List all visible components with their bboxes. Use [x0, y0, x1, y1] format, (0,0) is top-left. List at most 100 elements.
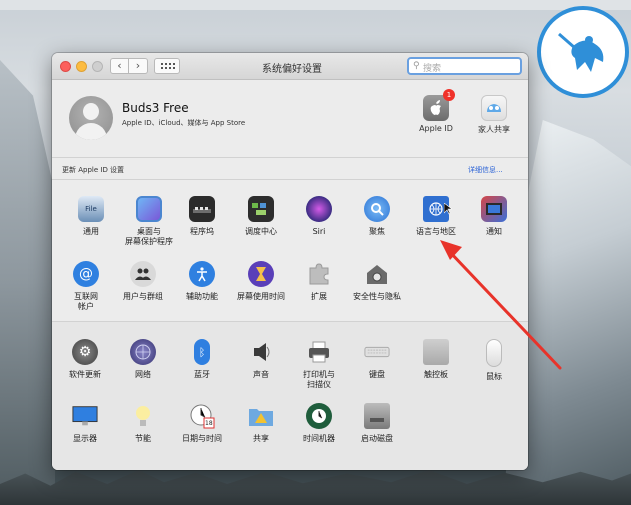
time-machine-icon	[306, 403, 332, 429]
pref-sound[interactable]: 声音	[232, 339, 290, 380]
pref-label: 辅助功能	[186, 292, 218, 301]
pref-label: Siri	[312, 227, 326, 236]
pref-trackpad[interactable]: 触控板	[407, 339, 465, 380]
pref-users-groups[interactable]: 用户与群组	[114, 261, 172, 302]
details-link[interactable]: 详细信息...	[468, 165, 503, 175]
avatar[interactable]	[69, 96, 113, 140]
pref-label: 声音	[253, 370, 269, 379]
pref-bluetooth[interactable]: ᛒ 蓝牙	[173, 339, 231, 380]
pref-label: 蓝牙	[194, 370, 210, 379]
pref-label: 通知	[486, 227, 502, 236]
pref-label: 桌面与 屏幕保护程序	[125, 227, 173, 246]
pref-label: 时间机器	[303, 434, 335, 443]
network-icon	[130, 339, 156, 365]
printers-icon	[306, 339, 332, 365]
apple-id-icon: 1	[423, 89, 455, 121]
pref-startup-disk[interactable]: 启动磁盘	[348, 403, 406, 444]
update-apple-id-notice: 更新 Apple ID 设置	[62, 166, 125, 174]
dock-icon	[189, 196, 215, 222]
pref-label: 打印机与 扫描仪	[303, 370, 335, 389]
desktop-icon	[136, 196, 162, 222]
pref-mouse[interactable]: 鼠标	[465, 339, 523, 382]
pref-siri[interactable]: Siri	[290, 196, 348, 237]
pref-label: 启动磁盘	[361, 434, 393, 443]
mission-control-icon	[248, 196, 274, 222]
pref-label: 通用	[83, 227, 99, 236]
back-button[interactable]: ‹	[110, 58, 129, 74]
bluetooth-icon: ᛒ	[194, 339, 210, 365]
pref-screen-time[interactable]: 屏幕使用时间	[232, 261, 290, 302]
pref-general[interactable]: File 通用	[62, 196, 120, 237]
pref-spotlight[interactable]: 聚焦	[348, 196, 406, 237]
notifications-icon	[481, 196, 507, 222]
keyboard-icon	[364, 339, 390, 365]
pref-dock[interactable]: 程序坞	[173, 196, 231, 237]
zoom-button[interactable]	[92, 61, 103, 72]
pref-label: 程序坞	[190, 227, 214, 236]
apple-id-pref[interactable]: 1 Apple ID	[406, 89, 466, 133]
notification-badge: 1	[443, 89, 455, 101]
pref-mission-control[interactable]: 调度中心	[232, 196, 290, 237]
pref-label: 键盘	[369, 370, 385, 379]
sharing-icon	[248, 403, 274, 429]
screen-time-icon	[248, 261, 274, 287]
pref-notifications[interactable]: 通知	[465, 196, 523, 237]
menu-bar-strip	[0, 0, 631, 10]
pref-label: 调度中心	[245, 227, 277, 236]
window-title: 系统偏好设置	[262, 64, 322, 75]
siri-icon	[306, 196, 332, 222]
pref-label: 互联网 帐户	[74, 292, 98, 311]
internet-accounts-icon: @	[73, 261, 99, 287]
pref-label: 显示器	[73, 434, 97, 443]
account-name: Buds3 Free	[122, 101, 189, 115]
extensions-icon	[306, 261, 332, 287]
pref-label: 屏幕使用时间	[237, 292, 285, 301]
forward-button[interactable]: ›	[129, 58, 148, 74]
mouse-icon	[486, 339, 502, 367]
pref-language-region[interactable]: 语言与地区	[407, 196, 465, 237]
pref-label: 网络	[135, 370, 151, 379]
pref-internet-accounts[interactable]: @ 互联网 帐户	[57, 261, 115, 312]
pref-label: 用户与群组	[123, 292, 163, 301]
system-preferences-window: ‹ › 系统偏好设置 ⚲ 搜索 Buds3 Free Apple ID、iClo…	[52, 53, 528, 470]
software-update-icon: ⚙	[72, 339, 98, 365]
pref-time-machine[interactable]: 时间机器	[290, 403, 348, 444]
pref-software-update[interactable]: ⚙ 软件更新	[56, 339, 114, 380]
pref-label: 节能	[135, 434, 151, 443]
pref-extensions[interactable]: 扩展	[290, 261, 348, 302]
pref-label: 聚焦	[369, 227, 385, 236]
pref-desktop-screensaver[interactable]: 桌面与 屏幕保护程序	[120, 196, 178, 247]
divider	[52, 179, 528, 180]
wallpaper-cliff	[0, 60, 55, 505]
family-sharing-pref[interactable]: 家人共享	[464, 95, 524, 135]
watermark-logo	[537, 6, 629, 98]
search-icon: ⚲	[413, 61, 420, 71]
date-icon-day: 18	[205, 420, 213, 427]
pref-printers-scanners[interactable]: 打印机与 扫描仪	[290, 339, 348, 390]
sound-icon	[248, 339, 274, 365]
pref-displays[interactable]: 显示器	[56, 403, 114, 444]
search-placeholder: 搜索	[423, 64, 442, 74]
show-all-grid-button[interactable]	[154, 58, 180, 74]
divider	[52, 157, 528, 158]
spotlight-icon	[364, 196, 390, 222]
pref-accessibility[interactable]: 辅助功能	[173, 261, 231, 302]
users-groups-icon	[130, 261, 156, 287]
search-input[interactable]: ⚲ 搜索	[407, 57, 522, 75]
security-privacy-icon	[364, 261, 390, 287]
pref-keyboard[interactable]: 键盘	[348, 339, 406, 380]
pref-energy-saver[interactable]: 节能	[114, 403, 172, 444]
pref-sharing[interactable]: 共享	[232, 403, 290, 444]
mouse-cursor-icon	[444, 203, 452, 215]
minimize-button[interactable]	[76, 61, 87, 72]
general-icon: File	[78, 196, 104, 222]
account-subtitle: Apple ID、iCloud、媒体与 App Store	[122, 119, 246, 127]
pref-date-time[interactable]: 18 日期与时间	[173, 403, 231, 444]
pref-network[interactable]: 网络	[114, 339, 172, 380]
pref-label: 软件更新	[69, 370, 101, 379]
pref-label: 鼠标	[486, 372, 502, 381]
pref-security-privacy[interactable]: 安全性与隐私	[348, 261, 406, 302]
pref-label: 日期与时间	[182, 434, 222, 443]
pref-label: 触控板	[424, 370, 448, 379]
close-button[interactable]	[60, 61, 71, 72]
